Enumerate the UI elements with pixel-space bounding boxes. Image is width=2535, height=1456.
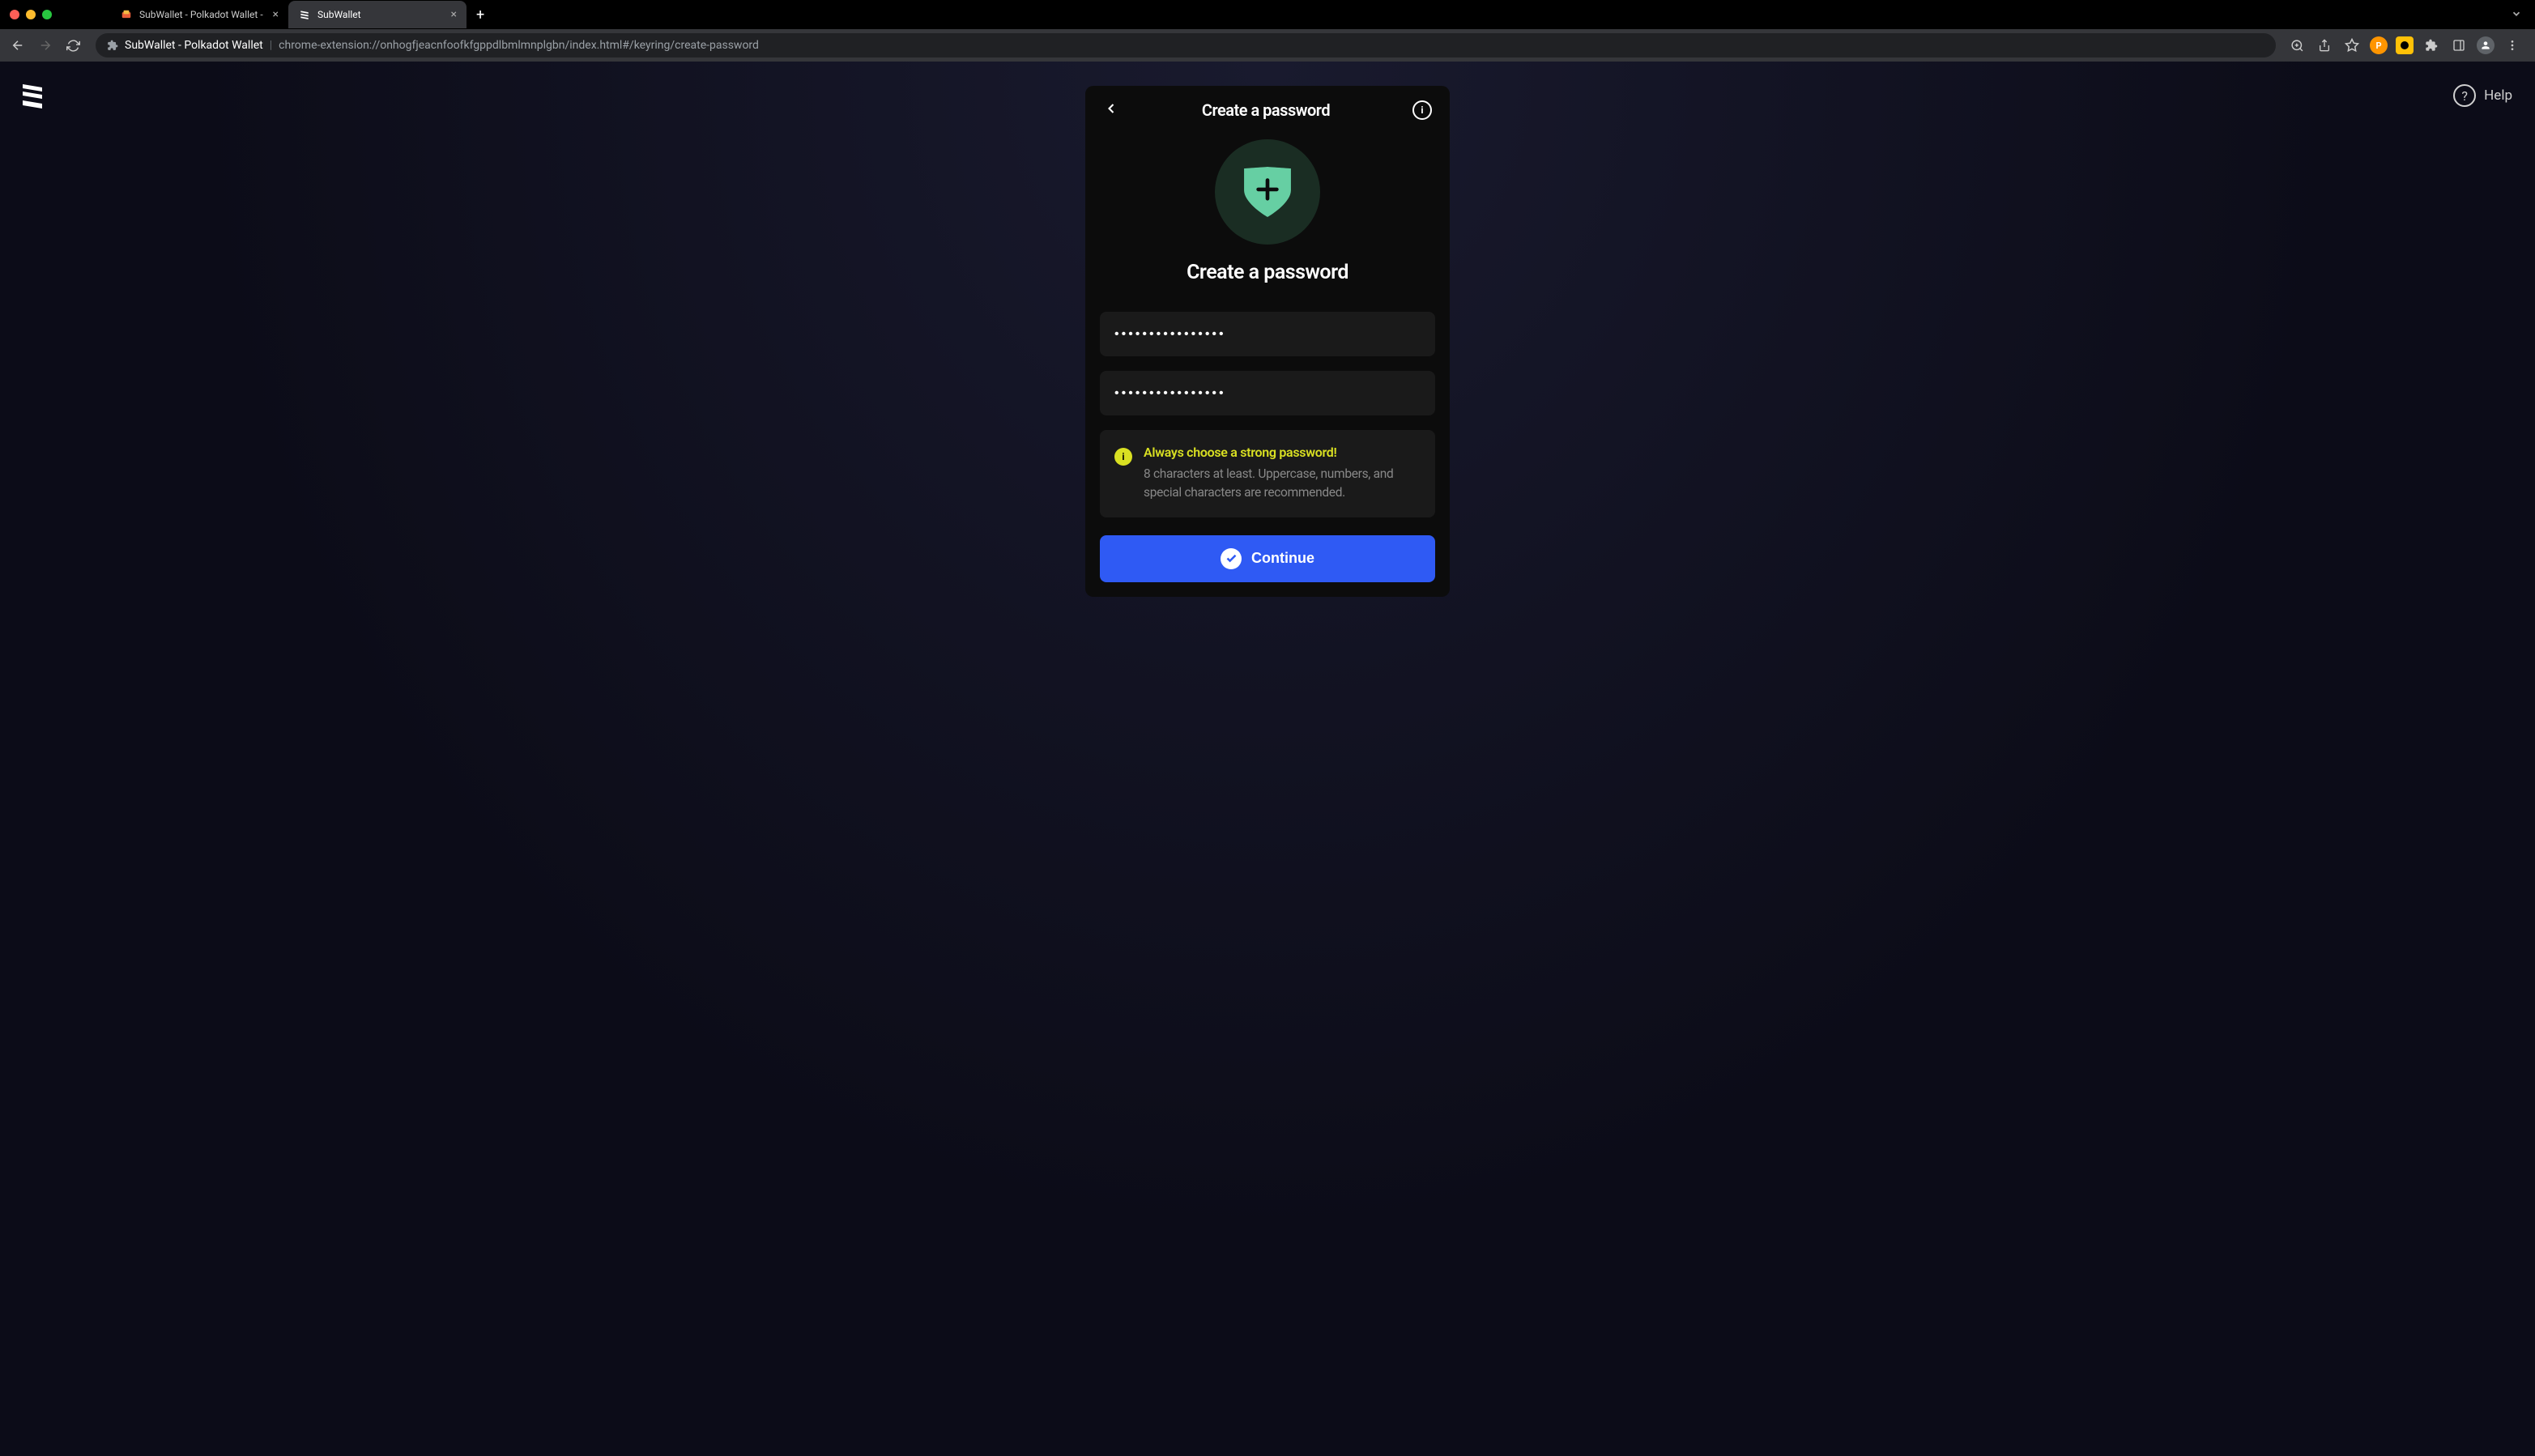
app-viewport: ? Help Create a password i Create a pass… [0, 62, 2535, 1456]
info-icon[interactable]: i [1412, 100, 1432, 120]
modal-header: Create a password i [1100, 100, 1435, 120]
address-bar: SubWallet - Polkadot Wallet | chrome-ext… [0, 29, 2535, 62]
password-hint-box: i Always choose a strong password! 8 cha… [1100, 430, 1435, 517]
extension-badge-yellow[interactable] [2396, 36, 2414, 54]
tab-title: SubWallet [317, 9, 445, 20]
app-logo [23, 84, 42, 112]
favicon-icon [298, 8, 311, 21]
password-input[interactable] [1100, 312, 1435, 356]
browser-tab-inactive[interactable]: SubWallet - Polkadot Wallet - × [110, 1, 288, 28]
kebab-menu-icon[interactable] [2503, 36, 2522, 55]
reload-button[interactable] [62, 34, 84, 57]
check-icon [1221, 548, 1242, 569]
back-icon[interactable] [1103, 100, 1119, 120]
site-label: SubWallet - Polkadot Wallet [125, 39, 263, 52]
tab-bar: SubWallet - Polkadot Wallet - × SubWalle… [110, 1, 494, 28]
url-input[interactable]: SubWallet - Polkadot Wallet | chrome-ext… [96, 33, 2276, 57]
bookmark-star-icon[interactable] [2342, 36, 2362, 55]
close-window-button[interactable] [10, 10, 19, 19]
maximize-window-button[interactable] [42, 10, 52, 19]
browser-chrome: SubWallet - Polkadot Wallet - × SubWalle… [0, 0, 2535, 62]
help-icon: ? [2453, 84, 2476, 107]
continue-button[interactable]: Continue [1100, 535, 1435, 582]
forward-button[interactable] [34, 34, 57, 57]
confirm-password-input[interactable] [1100, 371, 1435, 415]
close-tab-icon[interactable]: × [273, 8, 279, 21]
hint-body: 8 characters at least. Uppercase, number… [1144, 465, 1421, 503]
tabs-dropdown-icon[interactable] [2498, 7, 2535, 23]
extension-icon [107, 40, 118, 51]
tab-title: SubWallet - Polkadot Wallet - [139, 9, 266, 20]
modal-header-title: Create a password [1202, 100, 1330, 120]
hint-title: Always choose a strong password! [1144, 445, 1421, 460]
url-path: chrome-extension://onhogfjeacnfoofkfgppd… [279, 39, 759, 52]
modal-main-title: Create a password [1100, 261, 1435, 284]
help-button[interactable]: ? Help [2453, 84, 2512, 107]
new-tab-button[interactable]: + [467, 6, 494, 23]
minimize-window-button[interactable] [26, 10, 36, 19]
extension-badge-orange[interactable]: P [2370, 36, 2388, 54]
create-password-modal: Create a password i Create a password i … [1085, 86, 1450, 597]
favicon-icon [120, 8, 133, 21]
window-controls [0, 0, 62, 29]
back-button[interactable] [6, 34, 29, 57]
share-icon[interactable] [2315, 36, 2334, 55]
extensions-icon[interactable] [2422, 36, 2441, 55]
browser-tab-active[interactable]: SubWallet × [288, 1, 467, 28]
toolbar-icons: P [2287, 36, 2529, 55]
profile-avatar[interactable] [2477, 36, 2495, 54]
info-badge-icon: i [1114, 448, 1132, 466]
url-divider: | [270, 39, 272, 52]
help-label: Help [2484, 87, 2512, 104]
continue-label: Continue [1251, 550, 1314, 567]
close-tab-icon[interactable]: × [451, 8, 457, 21]
shield-graphic [1215, 139, 1320, 245]
shield-plus-icon [1244, 167, 1291, 217]
zoom-icon[interactable] [2287, 36, 2307, 55]
sidepanel-icon[interactable] [2449, 36, 2469, 55]
